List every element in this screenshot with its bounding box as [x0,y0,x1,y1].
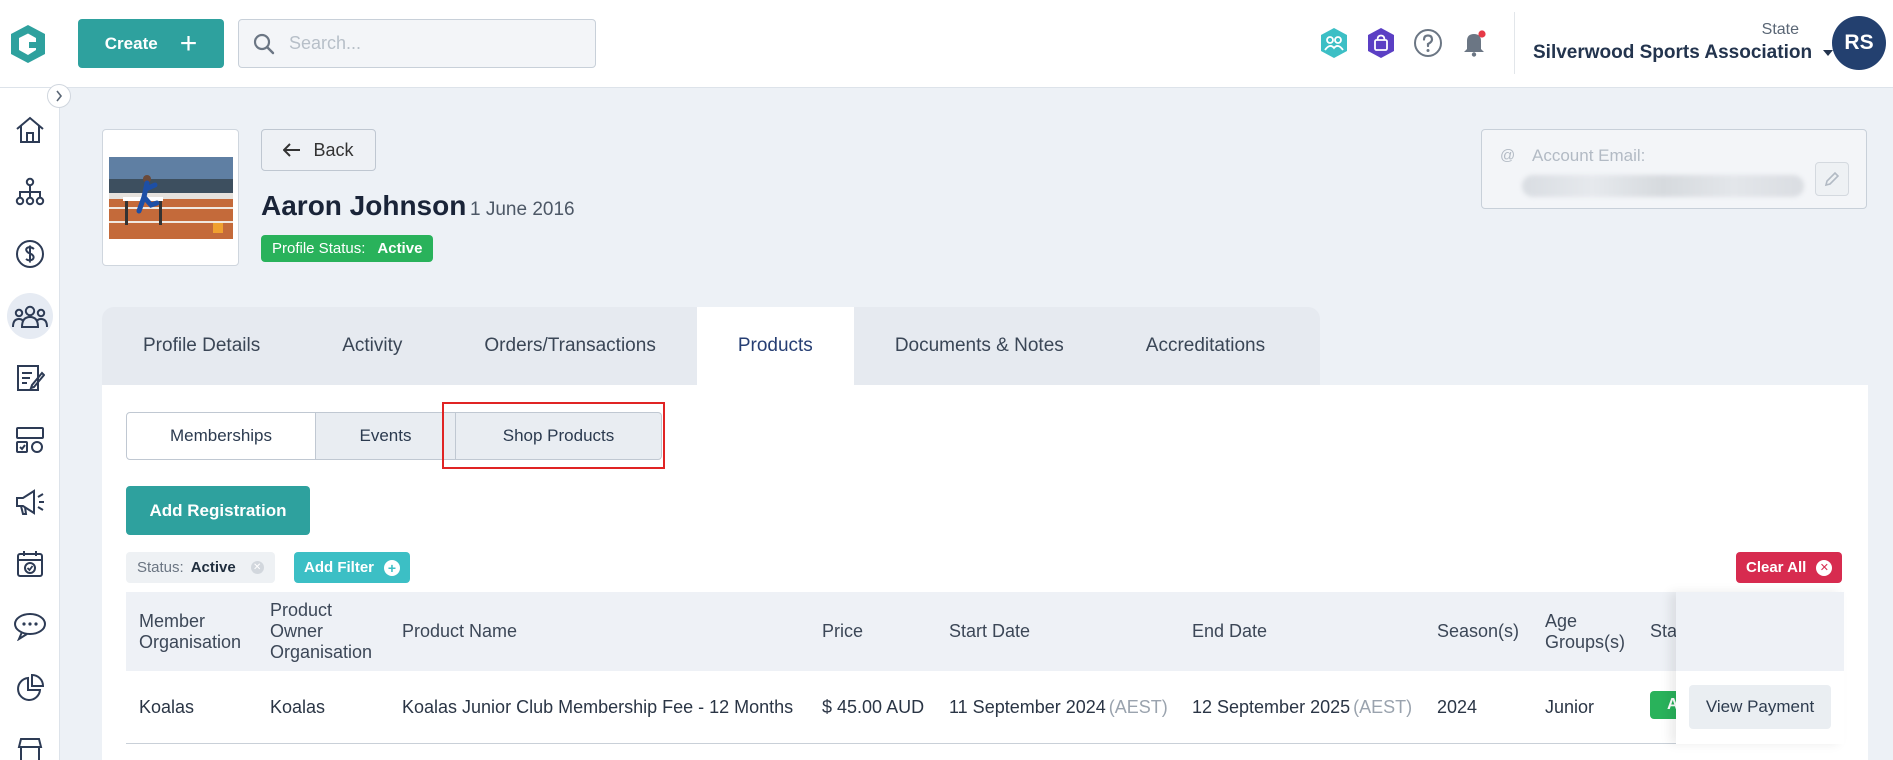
bell-icon[interactable] [1458,27,1490,59]
clear-all-label: Clear All [1746,559,1807,576]
subtab-shop-products[interactable]: Shop Products [456,412,662,460]
start-date-timezone: (AEST) [1108,697,1168,717]
add-filter-label: Add Filter [304,559,374,576]
competition-icon[interactable] [7,417,53,463]
tab-products[interactable]: Products [696,307,854,385]
back-label: Back [313,139,354,160]
chat-icon[interactable] [7,603,53,649]
filter-chip-value: Active [190,559,236,576]
account-email-label: Account Email: [1532,146,1646,165]
search-icon [253,33,275,54]
arrow-left-icon [283,143,301,157]
cell-start-date: 11 September 2024 (AEST) [949,671,1168,744]
pie-chart-icon[interactable] [7,665,53,711]
profile-status-value: Active [377,240,423,257]
profile-tabs: Profile Details Activity Orders/Transact… [102,307,1320,385]
table-header: Member Organisation Product Owner Organi… [126,592,1844,671]
cell-season: 2024 [1437,697,1478,717]
account-email-redacted [1522,175,1804,197]
subtab-memberships[interactable]: Memberships [126,412,316,460]
athlete-photo [109,157,233,239]
profile-dob: 1 June 2016 [470,199,575,220]
close-circle-icon: ✕ [1816,559,1833,576]
remove-filter-icon[interactable]: ✕ [250,561,264,574]
chevron-right-icon [56,90,63,102]
profile-status-label: Profile Status: [272,240,366,257]
header-divider [1514,12,1515,74]
plus-circle-icon: + [384,559,400,576]
start-date-value: 11 September 2024 [949,697,1106,717]
cell-product-name: Koalas Junior Club Membership Fee - 12 M… [402,697,794,717]
col-price[interactable]: Price [822,592,863,671]
search-input[interactable] [289,33,579,54]
organisation-selector[interactable]: Silverwood Sports Association [1533,42,1834,64]
home-icon[interactable] [7,107,53,153]
account-email-field: @ Account Email: [1481,129,1867,209]
back-button[interactable]: Back [261,129,376,171]
sidebar-toggle[interactable] [47,84,71,108]
status-filter-chip: Status: Active ✕ [126,552,275,583]
profile-name: Aaron Johnson [261,190,467,221]
table-row[interactable]: Koalas Koalas Koalas Junior Club Members… [126,671,1844,744]
actions-column-header [1676,592,1844,671]
cell-member-organisation: Koalas [139,697,195,717]
create-button[interactable]: Create + [78,19,224,68]
cell-age-group: Junior [1545,697,1595,717]
tab-profile-details[interactable]: Profile Details [102,307,301,385]
subtab-events[interactable]: Events [316,412,456,460]
tab-accreditations[interactable]: Accreditations [1105,307,1306,385]
end-date-value: 12 September 2025 [1192,697,1351,717]
end-date-timezone: (AEST) [1353,697,1413,717]
user-avatar[interactable]: RS [1832,16,1886,70]
edit-email-button[interactable] [1815,162,1849,196]
actions-column: View Payment [1676,592,1844,744]
shop-icon[interactable] [7,727,53,760]
dollar-icon[interactable] [7,231,53,277]
add-registration-button[interactable]: Add Registration [126,486,310,535]
profile-photo[interactable] [102,129,239,266]
org-chart-icon[interactable] [7,169,53,215]
pencil-icon [1824,171,1840,187]
col-seasons[interactable]: Season(s) [1437,592,1519,671]
tab-documents-notes[interactable]: Documents & Notes [854,307,1105,385]
col-start-date[interactable]: Start Date [949,592,1030,671]
col-member-organisation[interactable]: Member Organisation [139,592,249,671]
product-subtabs: Memberships Events Shop Products [126,412,662,460]
col-status[interactable]: Sta [1650,592,1677,671]
form-icon[interactable] [7,355,53,401]
team-icon[interactable] [1318,27,1350,59]
calendar-icon[interactable] [7,541,53,587]
help-icon[interactable] [1412,27,1444,59]
tab-activity[interactable]: Activity [301,307,443,385]
clear-all-button[interactable]: Clear All ✕ [1736,552,1843,583]
organisation-name: Silverwood Sports Association [1533,42,1813,63]
users-icon[interactable] [7,293,53,339]
filter-chip-label: Status: [137,559,184,576]
view-payment-button[interactable]: View Payment [1689,685,1831,729]
sidebar [0,88,60,760]
shield-bag-icon[interactable] [1365,27,1397,59]
cell-owner-organisation: Koalas [270,697,326,717]
profile-status-badge: Profile Status: Active [261,235,434,262]
app-logo-icon[interactable] [8,22,48,66]
col-age-groups[interactable]: Age Groups(s) [1545,592,1635,671]
col-end-date[interactable]: End Date [1192,592,1267,671]
at-icon: @ [1500,147,1516,164]
state-label: State [1761,21,1799,38]
create-label: Create [104,33,158,53]
tab-orders-transactions[interactable]: Orders/Transactions [443,307,696,385]
add-filter-button[interactable]: Add Filter + [294,552,410,583]
col-product-owner-organisation[interactable]: Product Owner Organisation [270,592,382,671]
cell-end-date: 12 September 2025 (AEST) [1192,671,1412,744]
col-product-name[interactable]: Product Name [402,592,517,671]
top-bar: Create + Search... State Silverwood Spor… [0,0,1893,88]
plus-icon: + [179,26,198,60]
megaphone-icon[interactable] [7,479,53,525]
cell-price: $ 45.00 AUD [822,697,925,717]
search-box [238,19,596,68]
